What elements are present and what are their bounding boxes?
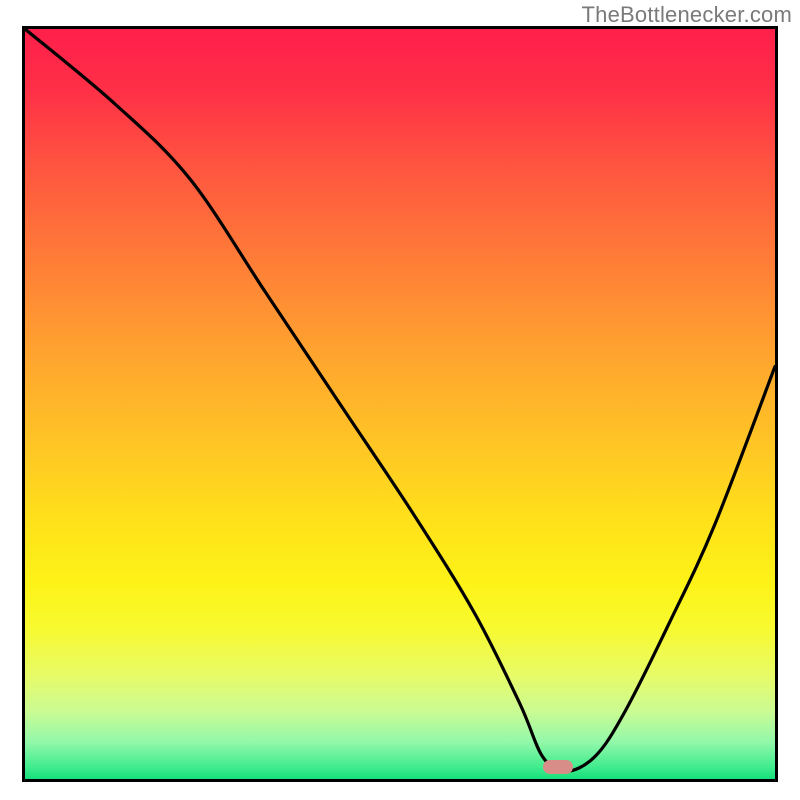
curve-line [25, 29, 775, 779]
plot-frame [22, 26, 778, 782]
min-marker [543, 760, 573, 774]
attribution-text: TheBottlenecker.com [582, 2, 792, 28]
chart-container: TheBottlenecker.com [0, 0, 800, 800]
